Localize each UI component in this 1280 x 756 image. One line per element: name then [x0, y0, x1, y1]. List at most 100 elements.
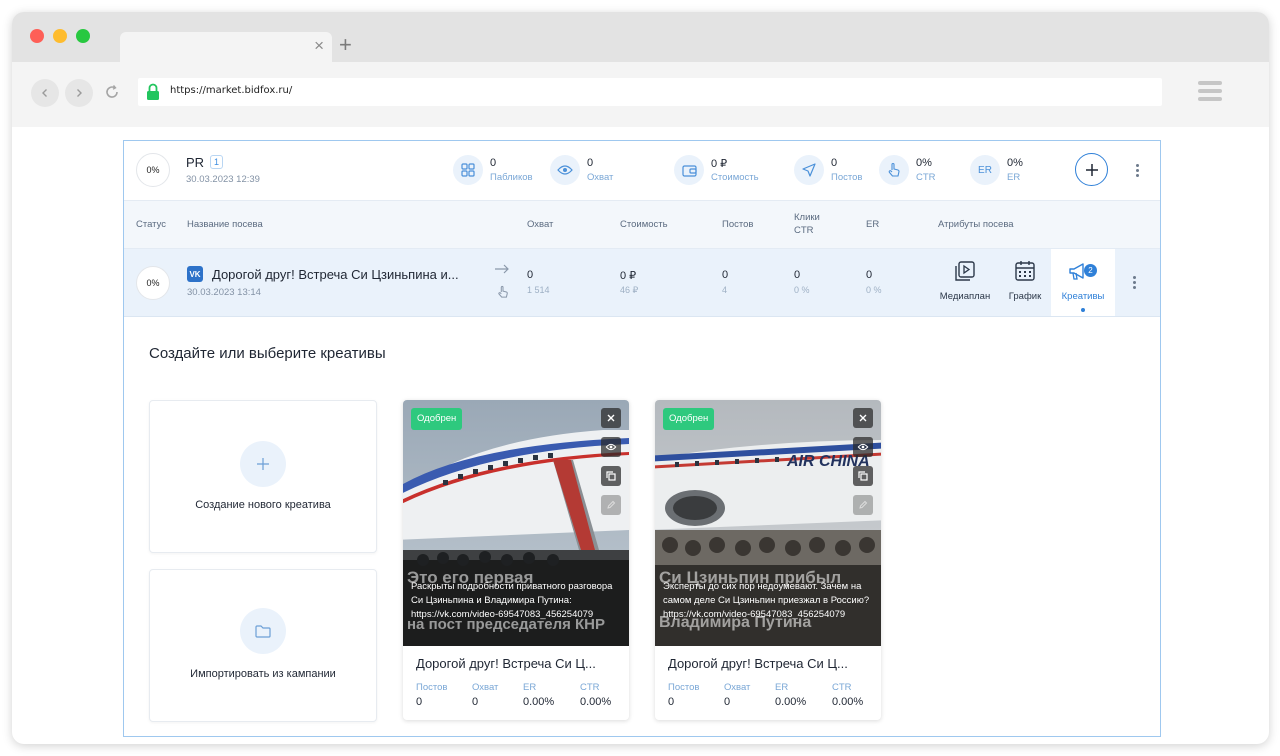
reload-button[interactable] — [102, 82, 122, 107]
import-campaign-card[interactable]: Импортировать из кампании — [149, 569, 377, 722]
eye-icon — [550, 155, 580, 185]
creative-title: Дорогой друг! Встреча Си Ц... — [668, 656, 848, 671]
chevron-left-icon — [42, 89, 47, 97]
chevron-right-icon — [77, 89, 82, 97]
approved-badge: Одобрен — [663, 408, 715, 430]
vk-icon: VK — [187, 266, 203, 282]
create-creative-card[interactable]: Создание нового креатива — [149, 400, 377, 553]
campaign-date: 30.03.2023 12:39 — [186, 174, 260, 185]
copy-icon[interactable] — [853, 466, 873, 486]
stat-reach-value: 0 — [587, 157, 594, 169]
creative-image: AIR CHINA Си Цзиньпин прибыл Владимира П… — [655, 400, 881, 646]
active-indicator — [1081, 308, 1085, 312]
creative-title: Дорогой друг! Встреча Си Ц... — [416, 656, 596, 671]
create-creative-label: Создание нового креатива — [195, 499, 331, 511]
new-tab-icon[interactable]: + — [339, 32, 352, 58]
stat-reach-label: Охват — [587, 172, 614, 183]
arrow-right-icon[interactable] — [494, 264, 510, 274]
url-text: https://market.bidfox.ru/ — [170, 85, 293, 96]
close-icon[interactable] — [853, 408, 873, 428]
col-ctr: CTR — [794, 225, 814, 236]
row-progress: 0% — [136, 266, 170, 300]
creative-caption: Эксперты до сих пор недоумевают. Зачем н… — [663, 581, 870, 620]
row-reach: 0 — [527, 269, 534, 281]
browser-tab[interactable]: × — [120, 32, 332, 62]
attr-creatives[interactable]: 2 Креативы — [1051, 249, 1115, 316]
stat-publics-value: 0 — [490, 157, 497, 169]
attr-media-plan[interactable]: Медиаплан — [935, 259, 995, 317]
plus-icon — [1085, 163, 1098, 176]
more-options-icon[interactable] — [1136, 164, 1140, 179]
row-er: 0 — [866, 269, 873, 281]
browser-chrome: × + https://market.bidfox.ru/ — [12, 12, 1269, 127]
row-reach-sub: 1 514 — [527, 285, 550, 295]
er-icon: ER — [970, 155, 1000, 185]
creatives-count-badge: 2 — [1084, 264, 1097, 277]
stat-er-label: ER — [1007, 172, 1021, 183]
attr-creatives-label: Креативы — [1061, 291, 1105, 302]
row-er-sub: 0 % — [866, 285, 882, 295]
row-posts-sub: 4 — [722, 285, 728, 295]
stat-ctr-value: 0% — [916, 157, 932, 169]
campaign-panel: 0% PR 1 30.03.2023 12:39 0 Пабликов 0 Ох… — [123, 140, 1161, 737]
edit-icon[interactable] — [601, 495, 621, 515]
creative-stat-er: ER 0.00% — [775, 682, 807, 708]
stat-cost-label: Стоимость — [711, 172, 759, 183]
media-plan-icon — [955, 261, 975, 281]
eye-icon[interactable] — [853, 437, 873, 457]
eye-icon[interactable] — [601, 437, 621, 457]
minimize-window-button[interactable] — [53, 29, 67, 43]
close-window-button[interactable] — [30, 29, 44, 43]
copy-icon[interactable] — [601, 466, 621, 486]
stat-posts-label: Постов — [831, 172, 863, 183]
stat-posts-value: 0 — [831, 157, 838, 169]
creative-stat-posts: Постов 0 — [668, 682, 700, 708]
row-cost: 0 ₽ — [620, 270, 637, 282]
col-clicks: Клики — [794, 212, 820, 223]
close-icon[interactable] — [601, 408, 621, 428]
col-reach: Охват — [527, 219, 554, 230]
campaign-header: 0% PR 1 30.03.2023 12:39 0 Пабликов 0 Ох… — [124, 141, 1160, 201]
col-posts: Постов — [722, 219, 754, 230]
wallet-icon — [674, 155, 704, 185]
creative-stat-er: ER 0.00% — [523, 682, 555, 708]
attr-schedule-label: График — [1008, 291, 1042, 302]
col-attributes: Атрибуты посева — [938, 219, 1014, 230]
row-cost-sub: 46 ₽ — [620, 285, 639, 295]
approved-badge: Одобрен — [411, 408, 463, 430]
creative-image: Это его первая на пост председателя КНР … — [403, 400, 629, 646]
pointer-icon — [879, 155, 909, 185]
col-status: Статус — [136, 219, 167, 230]
campaign-count-badge: 1 — [210, 155, 223, 169]
maximize-window-button[interactable] — [76, 29, 90, 43]
creative-card[interactable]: Это его первая на пост председателя КНР … — [403, 400, 629, 720]
pointer-icon — [498, 285, 508, 298]
browser-toolbar: https://market.bidfox.ru/ — [12, 62, 1269, 127]
attr-schedule[interactable]: График — [995, 259, 1055, 317]
address-bar[interactable]: https://market.bidfox.ru/ — [138, 78, 1162, 106]
forward-button[interactable] — [65, 79, 93, 107]
attr-media-plan-label: Медиаплан — [939, 291, 991, 302]
import-campaign-label: Импортировать из кампании — [190, 668, 336, 680]
row-more-options-icon[interactable] — [1133, 276, 1137, 291]
tab-close-icon[interactable]: × — [314, 36, 324, 56]
calendar-icon — [1015, 261, 1035, 281]
campaign-title: PR — [186, 155, 205, 170]
edit-icon[interactable] — [853, 495, 873, 515]
add-button[interactable] — [1075, 153, 1108, 186]
creative-card[interactable]: AIR CHINA Си Цзиньпин прибыл Владимира П… — [655, 400, 881, 720]
creative-stat-ctr: CTR 0.00% — [580, 682, 612, 708]
table-row[interactable]: 0% VK Дорогой друг! Встреча Си Цзиньпина… — [124, 249, 1160, 317]
browser-menu-icon[interactable] — [1198, 81, 1222, 105]
row-clicks-sub: 0 % — [794, 285, 810, 295]
creative-stat-reach: Охват 0 — [724, 682, 751, 708]
section-title: Создайте или выберите креативы — [149, 345, 386, 362]
row-title[interactable]: Дорогой друг! Встреча Си Цзиньпина и... — [212, 267, 459, 282]
stat-er-value: 0% — [1007, 157, 1023, 169]
back-button[interactable] — [31, 79, 59, 107]
send-icon — [794, 155, 824, 185]
campaign-progress: 0% — [136, 153, 170, 187]
col-cost: Стоимость — [620, 219, 668, 230]
stat-ctr-label: CTR — [916, 172, 936, 183]
col-name: Название посева — [187, 219, 263, 230]
